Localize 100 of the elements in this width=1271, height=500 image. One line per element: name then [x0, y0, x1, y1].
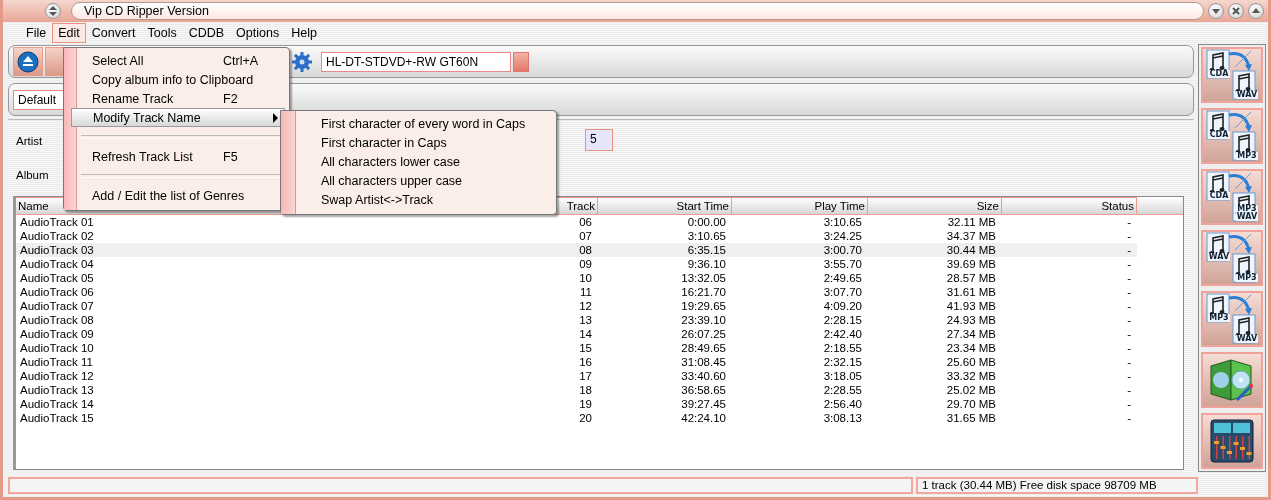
table-cell-text: 39:27.45	[680, 397, 727, 411]
table-cell-text: 17	[578, 369, 593, 383]
table-cell-text: AudioTrack 13	[19, 383, 95, 397]
table-cell: 3:00.70	[732, 243, 868, 257]
table-cell-text: 31.61 MB	[945, 285, 997, 299]
menu-item[interactable]: Options	[230, 23, 286, 43]
menu-item[interactable]: Help	[285, 23, 323, 43]
table-cell-text: 28:49.65	[680, 341, 727, 355]
track-count-field[interactable]: 5	[585, 129, 613, 151]
close-button[interactable]	[1228, 3, 1244, 19]
close-icon	[1231, 6, 1241, 16]
format-label: WAV	[1208, 253, 1230, 261]
music-files-icon	[1205, 293, 1259, 345]
table-cell-text: -	[1126, 299, 1132, 313]
table-cell-text: 18	[578, 383, 593, 397]
menu-button[interactable]	[45, 3, 61, 19]
table-cell-text: 36:58.65	[680, 383, 727, 397]
table-cell-text: 06	[578, 215, 593, 229]
table-cell-text: 31:08.45	[680, 355, 727, 369]
submenu-item[interactable]: Modify Track Name	[71, 108, 285, 127]
format-label: CDA	[1208, 70, 1230, 78]
menu-item[interactable]: Edit	[52, 23, 86, 43]
format-label: WAV	[1236, 91, 1258, 99]
column-header[interactable]: Play Time	[732, 197, 868, 215]
table-cell-text: 23:39.10	[680, 313, 727, 327]
table-cell-text: -	[1126, 341, 1132, 355]
convert-button[interactable]: MP3 WAV	[1201, 291, 1263, 347]
table-cell-text: AudioTrack 06	[19, 285, 95, 299]
table-cell-text: 13:32.05	[680, 271, 727, 285]
table-cell-text: 16	[578, 355, 593, 369]
convert-button[interactable]: CDA MP3	[1201, 108, 1263, 164]
table-cell-text: AudioTrack 08	[19, 313, 95, 327]
table-cell-text: AudioTrack 14	[19, 397, 95, 411]
up-down-icon	[49, 6, 57, 16]
table-cell-text: 2:42.40	[822, 327, 863, 341]
format-label: MP3	[1236, 152, 1258, 160]
table-cell-text: 2:18.55	[822, 341, 863, 355]
table-cell-text: 12	[578, 299, 593, 313]
table-cell: -	[1002, 243, 1137, 257]
table-cell-text: 10	[578, 271, 593, 285]
format-label: MP3 WAV	[1236, 205, 1258, 221]
menu-item[interactable]: Copy album info to Clipboard	[77, 70, 285, 89]
menu-item[interactable]: All characters upper case	[296, 171, 552, 190]
menu-item[interactable]: Select All Ctrl+A	[77, 51, 285, 70]
column-header[interactable]: Start Time	[598, 197, 732, 215]
table-cell-text: 24.93 MB	[945, 313, 997, 327]
table-cell-text: AudioTrack 02	[19, 229, 95, 243]
table-cell-text: -	[1126, 355, 1132, 369]
table-cell-text: 32.11 MB	[946, 215, 997, 229]
disc-case-button[interactable]	[1201, 352, 1263, 408]
menu-item[interactable]: First character of every word in Caps	[296, 114, 552, 133]
table-cell-text: 28.57 MB	[945, 271, 997, 285]
table-cell-text: 3:55.70	[822, 257, 863, 271]
eject-button[interactable]	[13, 47, 43, 76]
menu-item[interactable]: File	[20, 23, 53, 43]
table-cell: AudioTrack 03	[16, 243, 538, 257]
table-cell-text: 15	[578, 341, 593, 355]
table-cell-text: AudioTrack 05	[19, 271, 95, 285]
status-text: 1 track (30.44 MB) Free disk space 98709 MB	[916, 476, 1198, 494]
table-cell-text: 3:08.13	[822, 411, 863, 425]
table-cell-text: 31.65 MB	[945, 411, 997, 425]
menu-item[interactable]: Tools	[141, 23, 183, 43]
minimize-icon	[1211, 6, 1221, 16]
menu-item[interactable]: Convert	[85, 23, 142, 43]
dropdown-button[interactable]	[513, 51, 529, 72]
table-cell-text: 2:56.40	[822, 397, 863, 411]
column-header[interactable]: Status	[1002, 197, 1137, 215]
table-cell-text: 11	[579, 285, 593, 299]
settings-icon	[291, 50, 313, 73]
table-cell-text: AudioTrack 10	[19, 341, 95, 355]
drive-field[interactable]: HL-DT-STDVD+-RW GT60N	[321, 51, 511, 72]
table-cell-text: 23.34 MB	[945, 341, 997, 355]
table-cell-text: 42:24.10	[680, 411, 727, 425]
menu-item[interactable]: Rename Track F2	[77, 89, 285, 108]
menu-item[interactable]: First character in Caps	[296, 133, 552, 152]
menu-item[interactable]: All characters lower case	[296, 152, 552, 171]
convert-button[interactable]: CDA MP3 WAV	[1201, 169, 1263, 225]
table-cell-text: 09	[578, 257, 593, 271]
maximize-button[interactable]	[1248, 3, 1264, 19]
format-label: WAV	[1236, 335, 1258, 343]
album-label: Album	[16, 169, 49, 181]
table-cell-text: 0:00.00	[686, 215, 727, 229]
table-cell-text: 9:36.10	[686, 257, 727, 271]
menu-item[interactable]: CDDB	[182, 23, 231, 43]
table-cell: 6:35.15	[598, 243, 732, 257]
table-cell-text: 2:49.65	[822, 271, 863, 285]
table-cell-text: -	[1126, 397, 1132, 411]
table-cell-text: 3:24.25	[822, 229, 863, 243]
table-cell-text: 14	[578, 327, 593, 341]
maximize-icon	[1251, 6, 1261, 16]
convert-button[interactable]: WAV MP3	[1201, 230, 1263, 286]
column-header[interactable]: Size	[868, 197, 1002, 215]
convert-button[interactable]: CDA WAV	[1201, 47, 1263, 103]
minimize-button[interactable]	[1208, 3, 1224, 19]
table-cell-text: 25.60 MB	[945, 355, 997, 369]
table-cell-text: 2:32.15	[822, 355, 863, 369]
table-cell-text: 29.70 MB	[945, 397, 997, 411]
mixer-button[interactable]	[1201, 413, 1263, 469]
table-cell-text: -	[1126, 383, 1132, 397]
table-cell-text: 3:18.05	[822, 369, 863, 383]
